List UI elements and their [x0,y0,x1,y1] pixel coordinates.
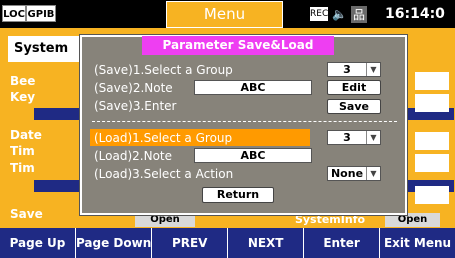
chevron-down-icon: ▼ [366,63,380,76]
save-button[interactable]: Save [327,99,381,114]
enter-button[interactable]: Enter [304,228,381,258]
load-action-select[interactable]: None ▼ [327,166,381,181]
network-icon: 品 [350,5,367,23]
dialog-title: Parameter Save&Load [142,36,334,55]
save-group-select[interactable]: 3 ▼ [327,62,381,77]
return-button[interactable]: Return [202,187,274,203]
softkey-bar: Page Up Page Down PREV NEXT Enter Exit M… [0,228,455,258]
clock: 16:14:0 [385,6,445,22]
bg-label-beep: Bee [10,74,36,88]
load-group-value: 3 [343,131,351,144]
tab-system[interactable]: System [8,36,88,62]
bg-open-button: Open [135,213,195,227]
gpib-badge: GPIB [26,5,56,22]
load-action-label: (Load)3.Select a Action [94,167,234,181]
bg-button [415,186,449,204]
chevron-down-icon: ▼ [366,131,380,144]
bg-label-timer: Tim [10,161,35,175]
save-group-value: 3 [343,63,351,76]
bg-button [415,154,449,172]
bg-label-time: Tim [10,144,35,158]
speaker-icon: 🔈 [332,7,347,21]
save-group-label: (Save)1.Select a Group [94,63,233,77]
loc-badge: LOC [2,5,26,22]
status-icons: REC 🔈 品 [310,5,367,23]
save-enter-label: (Save)3.Enter [94,99,177,113]
bg-system-info: SystemInfo [294,213,366,226]
save-note-field[interactable]: ABC [194,80,312,95]
next-button[interactable]: NEXT [228,228,305,258]
load-group-select[interactable]: 3 ▼ [327,130,381,145]
parameter-save-load-dialog: Parameter Save&Load (Save)1.Select a Gro… [80,35,407,215]
exit-menu-button[interactable]: Exit Menu [380,228,455,258]
load-action-value: None [330,167,364,180]
load-group-label[interactable]: (Load)1.Select a Group [94,131,232,145]
bg-label-key: Key [10,90,36,104]
status-bar: LOC GPIB Menu REC 🔈 品 16:14:0 [0,0,455,28]
page-up-button[interactable]: Page Up [0,228,76,258]
bg-button [415,132,449,150]
load-note-label: (Load)2.Note [94,149,173,163]
prev-button[interactable]: PREV [152,228,229,258]
bg-label-save: Save [10,207,43,221]
chevron-down-icon: ▼ [366,167,380,180]
bg-button [415,94,449,112]
bg-open-button: Open [385,213,440,227]
menu-title: Menu [166,1,283,28]
system-panel: System Bee Key Date Tim Tim Save Open Sy… [0,28,455,228]
bg-label-date: Date [10,128,42,142]
record-icon: REC [310,7,329,21]
section-divider [92,121,397,122]
load-note-field: ABC [194,148,312,163]
bg-button [415,72,449,90]
save-note-label: (Save)2.Note [94,81,173,95]
page-down-button[interactable]: Page Down [76,228,153,258]
edit-button[interactable]: Edit [327,80,381,95]
